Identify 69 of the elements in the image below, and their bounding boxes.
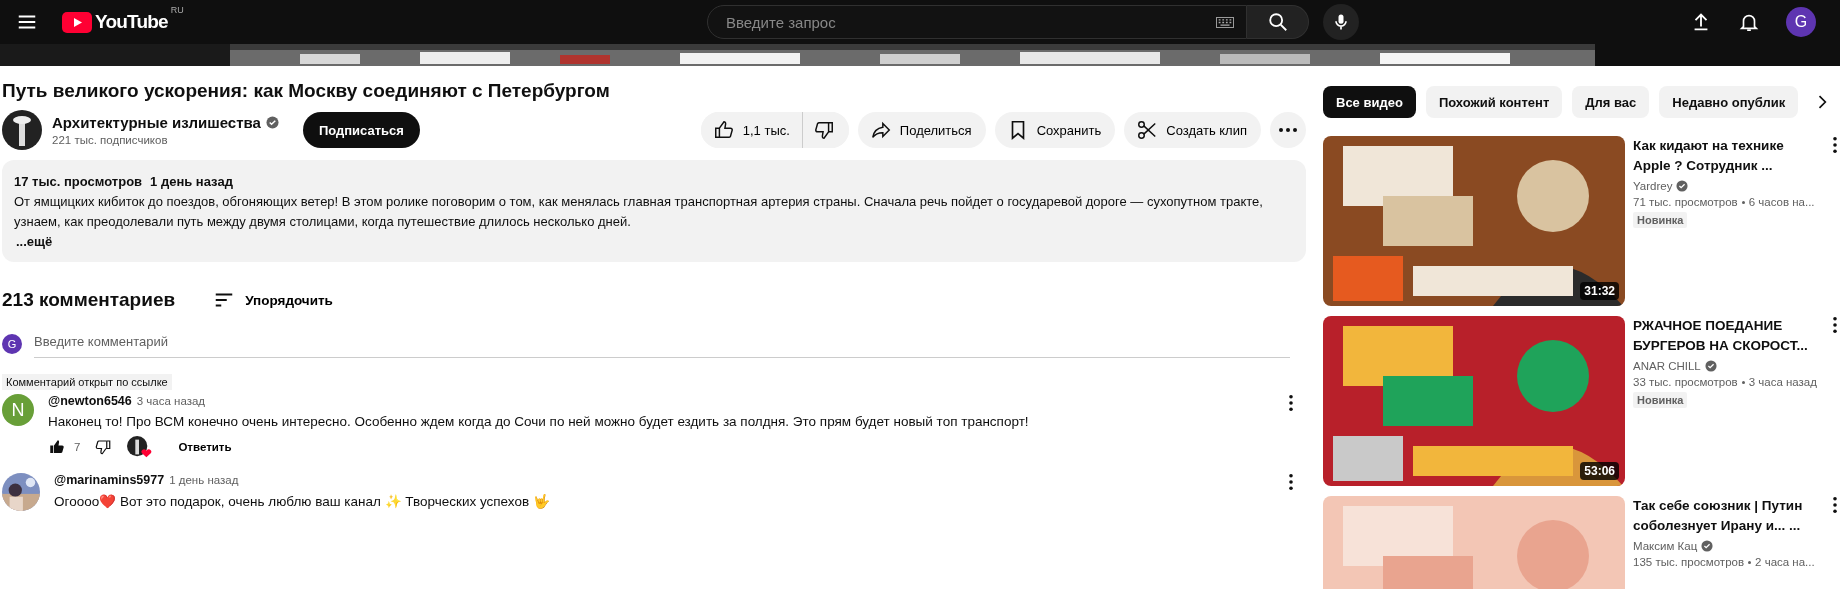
view-count: 71 тыс. просмотров <box>1633 196 1738 208</box>
new-badge: Новинка <box>1633 392 1688 408</box>
more-button[interactable] <box>1270 112 1306 148</box>
subscribe-button[interactable]: Подписаться <box>302 112 420 148</box>
clip-button[interactable]: Создать клип <box>1124 112 1261 148</box>
view-count: 33 тыс. просмотров <box>1633 376 1738 388</box>
separator-dot-icon <box>1741 380 1745 384</box>
comment-menu-icon[interactable] <box>1288 473 1294 491</box>
search-bar[interactable]: Введите запрос <box>707 5 1247 39</box>
share-button[interactable]: Поделиться <box>857 112 986 148</box>
channel-name[interactable]: Yardrey <box>1633 180 1673 192</box>
like-count: 7 <box>74 441 81 453</box>
upload-time: 3 часа назад <box>1748 376 1817 388</box>
upload-date: 1 день назад <box>150 173 233 191</box>
like-icon[interactable] <box>48 438 66 456</box>
video-title[interactable]: Так себе союзник | Путин соболезнует Ирану и... ... <box>1633 496 1811 536</box>
dislike-icon[interactable] <box>94 438 113 456</box>
comment-text: Наконец то! Про ВСМ конечно очень интересно. Особенно ждем когда до Сочи по ней можно будет ездить за полдня. Это прям будет новый топ транспорт! <box>48 414 1030 429</box>
video-title: Путь великого ускорения: как Москву соединяют с Петербургом <box>2 80 611 102</box>
keyboard-icon[interactable] <box>1216 16 1234 28</box>
description-text: От ямщицких кибиток до поездов, обгоняющих ветер! В этом ролике поговорим о том, как менялась главная транспортная артерия страны. Сначала речь пойдет о государевой дороге — сухопутном тракте, узнаем, как преодолевали путь между двумя столицами, когда путешествие длилось несколько дней. <box>14 193 1264 231</box>
linked-comment-label: Комментарий открыт по ссылке <box>2 374 172 390</box>
comment-author[interactable]: @marinamins5977 <box>54 473 165 487</box>
play-logo-icon[interactable] <box>62 11 92 33</box>
channel-name[interactable]: ANAR CHILL <box>1633 360 1701 372</box>
video-title[interactable]: РЖАЧНОЕ ПОЕДАНИЕ БУРГЕРОВ НА СКОРОСТ... <box>1633 316 1811 356</box>
channel-name[interactable]: Архитектурные излишества <box>52 114 261 131</box>
video-title[interactable]: Как кидают на технике Apple ? Сотрудник ... <box>1633 136 1811 176</box>
account-avatar[interactable]: G <box>1786 7 1816 37</box>
video-menu-icon[interactable] <box>1832 316 1838 334</box>
more-icon <box>1279 128 1297 132</box>
reply-button[interactable]: Ответить <box>178 435 232 459</box>
comment-time[interactable]: 1 день назад <box>169 474 239 486</box>
new-badge: Новинка <box>1633 212 1688 228</box>
comment-time[interactable]: 3 часа назад <box>136 395 206 407</box>
region-label: RU <box>170 5 184 15</box>
video-menu-icon[interactable] <box>1832 136 1838 154</box>
view-count: 135 тыс. просмотров <box>1633 556 1745 568</box>
search-icon <box>1266 11 1289 33</box>
separator-dot-icon <box>1741 200 1745 204</box>
channel-avatar-icon[interactable] <box>2 110 42 150</box>
user-avatar: G <box>2 334 22 354</box>
show-more-link[interactable]: ...ещё <box>16 234 53 249</box>
like-icon <box>712 119 735 141</box>
search-field[interactable]: Введите запрос <box>724 12 1216 32</box>
logo-text[interactable]: YouTube <box>95 11 168 33</box>
microphone-button[interactable] <box>1323 4 1359 40</box>
dislike-icon <box>812 119 835 141</box>
subscriber-count: 221 тыс. подписчиков <box>52 134 169 146</box>
comment-count: 213 комментариев <box>2 289 176 311</box>
channel-name[interactable]: Максим Кац <box>1633 540 1698 552</box>
search-button[interactable] <box>1247 5 1309 39</box>
share-icon <box>869 119 892 141</box>
comment-menu-icon[interactable] <box>1288 394 1294 412</box>
upload-time: 6 часов на... <box>1748 196 1815 208</box>
save-button[interactable]: Сохранить <box>994 112 1116 148</box>
video-menu-icon[interactable] <box>1832 496 1838 514</box>
filter-chip[interactable]: Для вас <box>1572 86 1650 118</box>
sort-button[interactable]: Упорядочить <box>207 288 339 312</box>
filter-chip[interactable]: Похожий контент <box>1425 86 1563 118</box>
filter-chip[interactable]: Все видео <box>1323 86 1416 118</box>
separator-dot-icon <box>1748 560 1752 564</box>
view-count: 17 тыс. просмотров <box>14 173 143 191</box>
upload-time: 2 часа на... <box>1755 556 1815 568</box>
comment-text: Огоооо❤ Вот это подарок, очень люблю ваш канал ✨ Творческих успехов 🤟 <box>54 493 551 509</box>
video-duration: 53:06 <box>1580 462 1619 480</box>
comment-author[interactable]: @newton6546 <box>48 394 132 408</box>
filter-chip[interactable]: Недавно опублик <box>1659 86 1799 118</box>
video-duration: 31:32 <box>1580 282 1619 300</box>
